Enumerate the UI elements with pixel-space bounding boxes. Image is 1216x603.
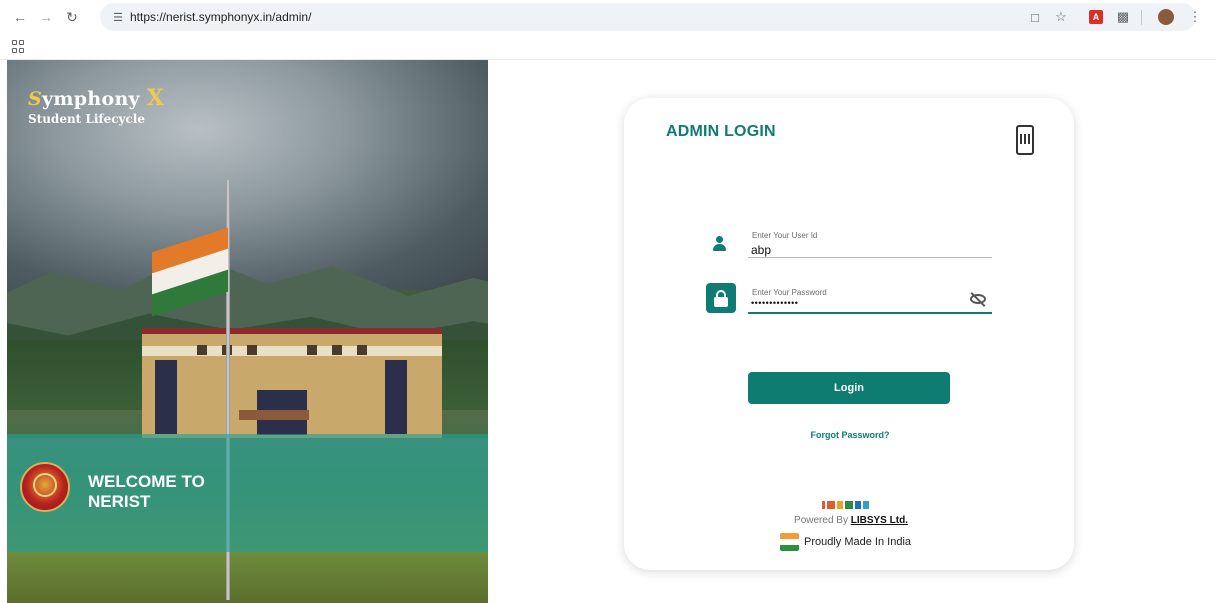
page-title: ADMIN LOGIN: [666, 123, 776, 140]
lock-icon-body: [714, 297, 728, 307]
forward-icon[interactable]: →: [36, 7, 56, 27]
made-in-india: Proudly Made In India: [780, 533, 911, 551]
made-in-india-text: Proudly Made In India: [804, 536, 912, 548]
password-label: Enter Your Password: [752, 288, 827, 297]
welcome-line-1: WELCOME TO: [88, 472, 205, 491]
powered-by: Powered By LIBSYS Ltd.: [794, 515, 908, 526]
qr-phone-icon[interactable]: [1016, 125, 1034, 155]
reload-icon[interactable]: ↻: [62, 7, 82, 27]
password-input[interactable]: •••••••••••••: [751, 298, 798, 308]
libsys-link[interactable]: LIBSYS Ltd.: [851, 515, 908, 526]
menu-icon[interactable]: ⋮: [1186, 8, 1204, 26]
welcome-band: [7, 434, 488, 552]
brand-logo: Symphony X Student Lifecycle: [28, 85, 164, 126]
login-button[interactable]: Login: [748, 372, 950, 404]
user-id-underline: [748, 257, 992, 258]
bookmarks-bar: [0, 34, 1216, 60]
user-id-input[interactable]: abp: [751, 243, 771, 257]
welcome-text: WELCOME TO NERIST: [88, 472, 205, 512]
back-icon[interactable]: ←: [10, 7, 30, 27]
star-icon[interactable]: ☆: [1052, 8, 1070, 26]
brand-subtitle: Student Lifecycle: [28, 112, 145, 126]
user-icon: [712, 236, 726, 252]
india-flag-icon: [780, 533, 799, 551]
extensions-icon[interactable]: ▩: [1114, 8, 1132, 26]
login-card: [624, 98, 1074, 570]
welcome-line-2: NERIST: [88, 492, 151, 511]
cast-icon[interactable]: □: [1026, 8, 1044, 26]
pdf-icon[interactable]: A: [1089, 10, 1103, 24]
profile-avatar-icon[interactable]: [1158, 9, 1174, 25]
apps-icon[interactable]: [12, 40, 26, 54]
eye-off-icon[interactable]: [969, 292, 987, 307]
site-info-icon[interactable]: ☰: [110, 9, 126, 25]
url-text[interactable]: https://nerist.symphonyx.in/admin/: [130, 10, 311, 24]
libsys-logo: [822, 501, 876, 509]
brand-title: Symphony X: [28, 85, 165, 111]
user-id-label: Enter Your User Id: [752, 231, 818, 240]
password-underline: [748, 312, 992, 314]
forgot-password-link[interactable]: Forgot Password?: [780, 430, 920, 440]
toolbar-divider: [1141, 10, 1142, 25]
nerist-logo-emblem: [33, 473, 57, 497]
